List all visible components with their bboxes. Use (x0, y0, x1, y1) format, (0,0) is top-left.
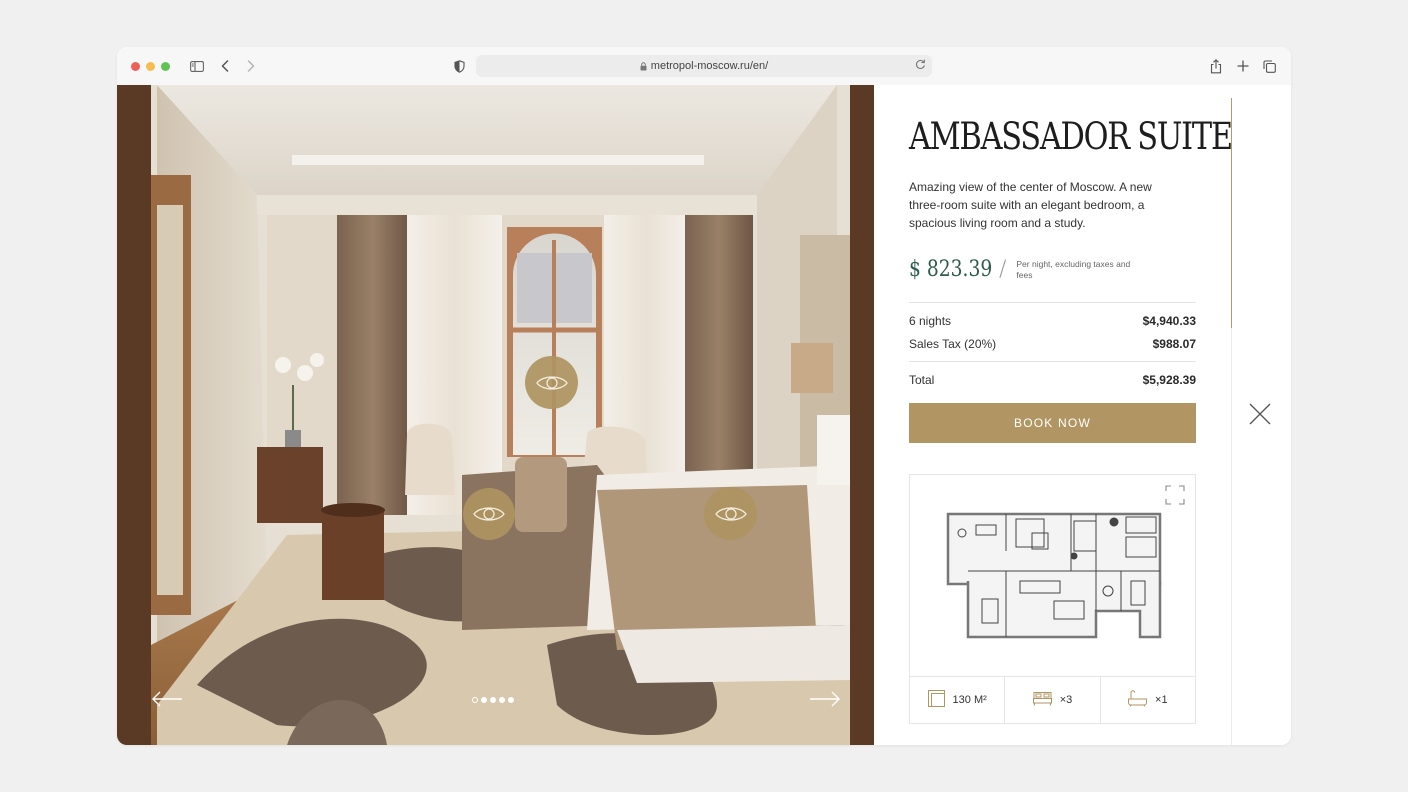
nightly-price: $ 823.39 (909, 257, 993, 282)
bed-icon (1032, 691, 1052, 709)
line-label: 6 nights (909, 314, 952, 328)
room-stats: 130 M² ×3 ×1 (910, 676, 1195, 723)
arrow-left-icon[interactable] (152, 691, 183, 707)
browser-window: metropol-moscow.ru/en/ AMBASSADOR SUITE … (117, 47, 1291, 745)
price-line-tax: Sales Tax (20%) $988.07 (909, 337, 1196, 351)
line-amount: $988.07 (1152, 337, 1196, 351)
minimize-window-button[interactable] (146, 62, 155, 71)
total-label: Total (909, 373, 935, 387)
room-title: AMBASSADOR SUITE (909, 115, 1233, 158)
divider (909, 361, 1196, 362)
line-amount: $4,940.33 (1142, 314, 1196, 328)
room-details-panel: AMBASSADOR SUITE Amazing view of the cen… (874, 85, 1291, 745)
forward-icon[interactable] (245, 56, 257, 76)
eye-icon[interactable] (463, 488, 515, 540)
gallery-dot[interactable] (472, 697, 478, 703)
shield-icon[interactable] (452, 56, 466, 76)
stat-area: 130 M² (910, 677, 1004, 723)
price-row: $ 823.39 / Per night, excluding taxes an… (909, 257, 1136, 282)
expand-icon[interactable] (1165, 485, 1185, 510)
floorplan-image (946, 512, 1162, 639)
new-tab-icon[interactable] (1236, 56, 1250, 76)
lock-icon (640, 61, 647, 71)
bathtub-icon (1128, 690, 1148, 710)
price-line-nights: 6 nights $4,940.33 (909, 314, 1196, 328)
gallery-dot[interactable] (481, 697, 487, 703)
close-icon[interactable] (1249, 403, 1271, 430)
stat-beds-value: ×3 (1059, 694, 1073, 706)
price-separator: / (998, 257, 1007, 282)
gallery-dot[interactable] (508, 697, 514, 703)
back-icon[interactable] (219, 56, 231, 76)
address-bar[interactable]: metropol-moscow.ru/en/ (476, 55, 932, 77)
url-text: metropol-moscow.ru/en/ (650, 60, 769, 72)
gallery-pagination (472, 697, 514, 703)
arrow-right-icon[interactable] (809, 691, 840, 707)
stat-baths-value: ×1 (1155, 694, 1168, 706)
price-note: Per night, excluding taxes and fees (1016, 258, 1131, 280)
stat-beds: ×3 (1004, 677, 1099, 723)
share-icon[interactable] (1209, 56, 1223, 76)
eye-icon[interactable] (704, 487, 757, 540)
eye-icon[interactable] (525, 356, 578, 409)
close-window-button[interactable] (131, 62, 140, 71)
zoom-window-button[interactable] (161, 62, 170, 71)
line-label: Sales Tax (20%) (909, 337, 997, 351)
floorplan-card[interactable]: 130 M² ×3 ×1 (909, 474, 1196, 724)
gallery-dot[interactable] (499, 697, 505, 703)
room-photo (117, 85, 874, 745)
stat-baths: ×1 (1099, 677, 1195, 723)
tabs-icon[interactable] (1262, 56, 1276, 76)
browser-toolbar: metropol-moscow.ru/en/ (117, 47, 1291, 86)
reload-icon[interactable] (915, 58, 926, 73)
room-description: Amazing view of the center of Moscow. A … (909, 180, 1152, 230)
price-line-total: Total $5,928.39 (909, 373, 1196, 387)
scroll-indicator[interactable] (1231, 98, 1232, 328)
total-amount: $5,928.39 (1142, 373, 1196, 387)
scroll-track (1231, 328, 1232, 745)
gallery-dot[interactable] (490, 697, 496, 703)
divider (909, 302, 1196, 303)
sidebar-icon[interactable] (189, 56, 205, 76)
stat-area-value: 130 M² (952, 694, 987, 706)
book-now-button[interactable]: BOOK NOW (909, 403, 1196, 443)
area-icon (927, 690, 945, 710)
room-photo-gallery[interactable] (117, 85, 874, 745)
